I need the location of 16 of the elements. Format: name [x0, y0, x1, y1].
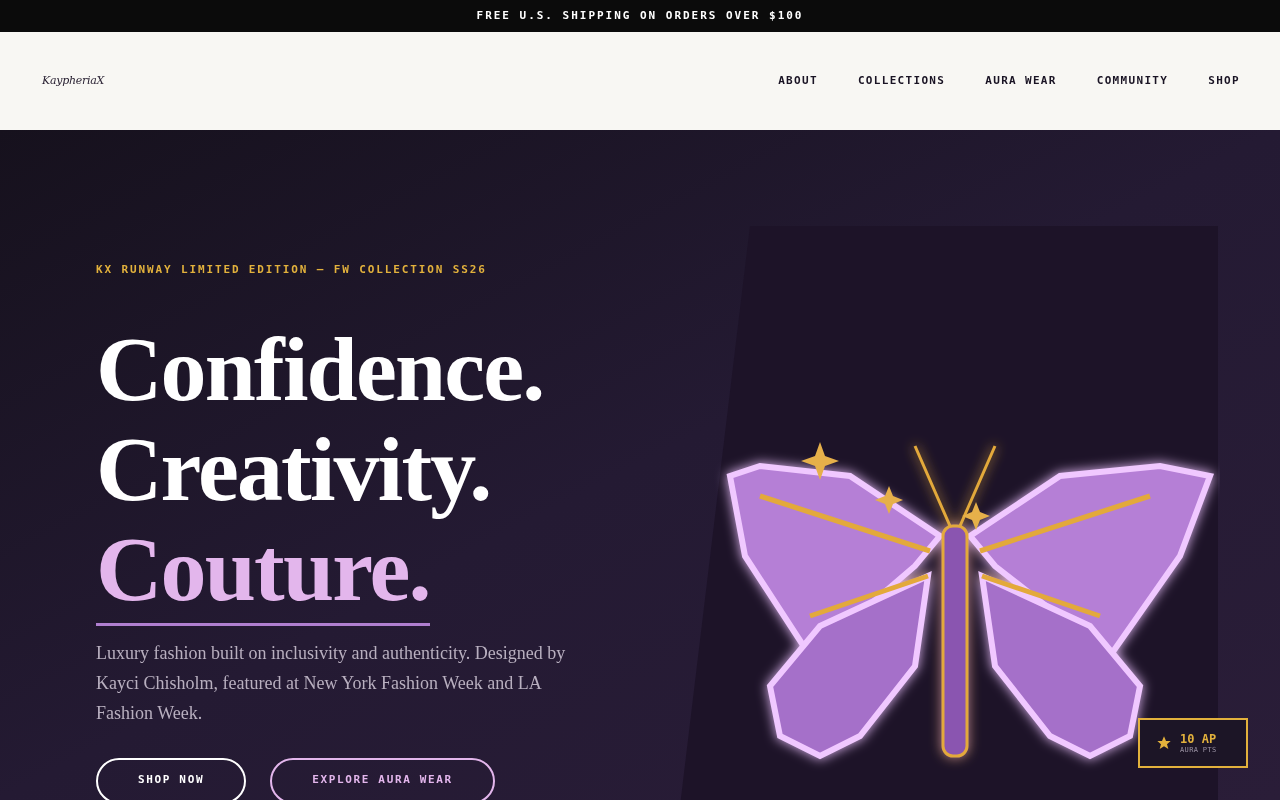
nav-link[interactable]: SHOP — [1208, 72, 1240, 90]
eyebrow-text: KX RUNWAY LIMITED EDITION — FW COLLECTION SS26 — [96, 262, 488, 278]
announcement-text: FREE U.S. SHIPPING ON ORDERS OVER $100 — [476, 7, 804, 24]
points-value: 10 AP — [1180, 732, 1217, 745]
explore-button[interactable]: EXPLORE AURA WEAR — [270, 757, 495, 800]
shop-button[interactable]: SHOP NOW — [96, 757, 247, 800]
headline-line: Creativity. — [96, 418, 491, 519]
headline-line: Couture. — [96, 518, 430, 626]
star-icon — [1156, 735, 1172, 751]
nav-link[interactable]: COLLECTIONS — [857, 72, 946, 90]
nav-link[interactable]: ABOUT — [778, 72, 818, 90]
logo[interactable]: KaypheriaX — [42, 72, 105, 90]
nav-link[interactable]: AURA WEAR — [985, 72, 1057, 90]
nav-link[interactable]: COMMUNITY — [1096, 72, 1169, 90]
hero-description: Luxury fashion built on inclusivity and authenticity. Designed by Kayci Chisholm, featured at New York Fashion Week and LA Fashion Week. — [96, 641, 567, 725]
headline-line: Confidence. — [96, 318, 544, 419]
